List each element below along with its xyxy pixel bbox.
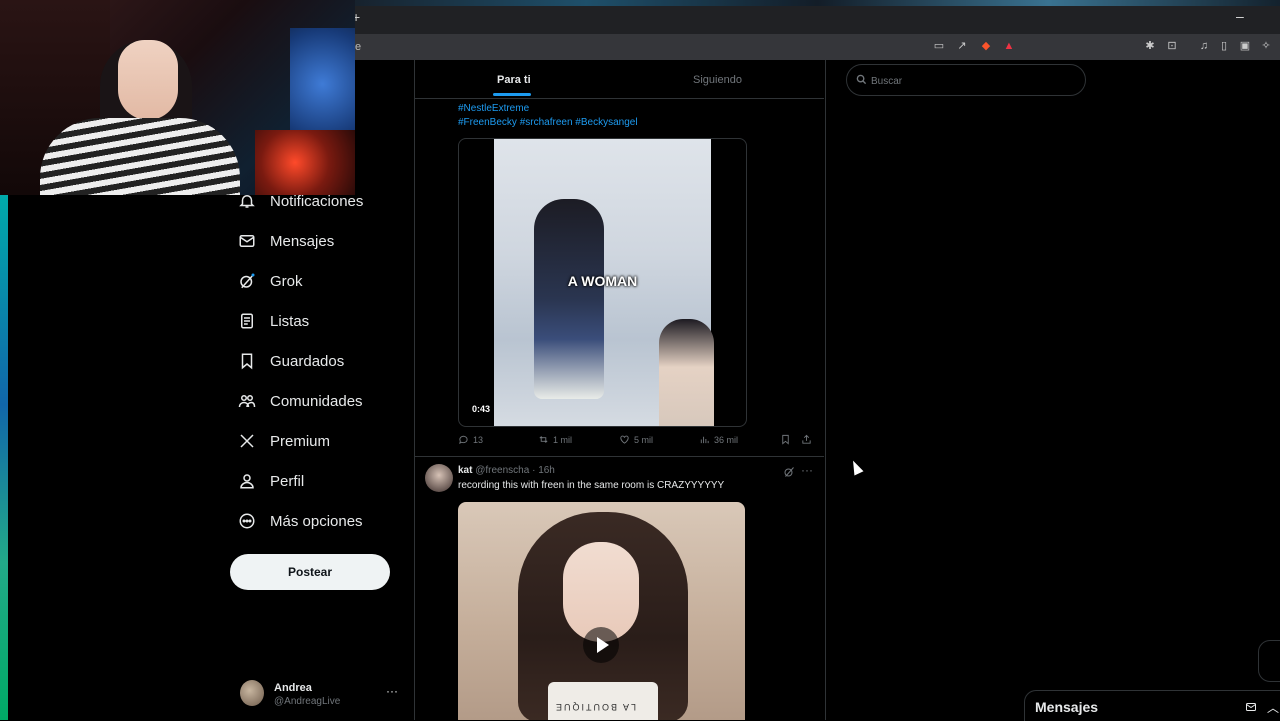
profile-name: Andrea	[274, 682, 312, 694]
sidebar-item-label: Más opciones	[270, 512, 363, 530]
tab-siguiendo[interactable]: Siguiendo	[693, 74, 742, 86]
tweet-text: recording this with freen in the same ro…	[458, 480, 725, 491]
compose-message-icon[interactable]	[1245, 701, 1257, 713]
person-icon	[240, 474, 254, 489]
mouse-cursor-icon	[848, 458, 864, 476]
minimize-button[interactable]: –	[1236, 8, 1244, 24]
search-icon	[856, 74, 867, 85]
messages-drawer[interactable]: Mensajes ︿	[1024, 690, 1280, 721]
reply-count: 13	[473, 434, 484, 445]
account-switcher[interactable]: Andrea @AndreagLive ···	[238, 678, 408, 714]
tweet-hashtags: #NestleExtreme #FreenBecky #srchafreen #…	[458, 102, 798, 130]
views-count: 36 mil	[714, 434, 739, 445]
sidebar-item-guardados[interactable]: Guardados	[238, 346, 344, 376]
sidebar-item-mensajes[interactable]: Mensajes	[238, 226, 334, 256]
repost-count: 1 mil	[553, 434, 573, 445]
share-icon[interactable]: ↗	[956, 40, 968, 52]
profile-handle: @AndreagLive	[274, 696, 341, 707]
video-frame: A WOMAN	[494, 139, 714, 426]
x-logo-icon	[240, 434, 254, 448]
envelope-icon	[239, 235, 255, 247]
cast-icon[interactable]: ▭	[933, 40, 945, 52]
hashtag-link[interactable]: #NestleExtreme	[458, 102, 798, 116]
repost-icon	[539, 436, 548, 443]
extensions-icon[interactable]: ✱	[1144, 40, 1156, 52]
avatar	[240, 680, 264, 706]
search-box[interactable]	[846, 64, 1086, 96]
like-button[interactable]: 5 mil	[619, 434, 653, 445]
list-icon	[241, 313, 253, 329]
shirt-lettering: LA BOUTIQUE	[554, 702, 637, 712]
grok-icon	[240, 273, 255, 289]
tweet-divider	[415, 456, 824, 457]
bookmark-icon	[241, 353, 253, 370]
ai-icon[interactable]: ✧	[1260, 40, 1272, 52]
tweet-header: kat @freenscha · 16h	[458, 465, 555, 476]
sidebar-item-label: Comunidades	[270, 392, 363, 410]
webcam-overlay	[0, 0, 355, 195]
people-icon	[238, 395, 256, 408]
sidebar-item-label: Guardados	[270, 352, 345, 370]
sidebar-item-label: Mensajes	[270, 232, 335, 250]
brave-rewards-icon[interactable]: ▲	[1003, 40, 1015, 52]
music-icon[interactable]: ♫	[1198, 40, 1210, 52]
tweet-actions: 13 1 mil 5 mil 36 mil	[458, 434, 818, 448]
video-figure	[548, 682, 658, 720]
video-figure	[659, 319, 714, 426]
tweet-video[interactable]: A WOMAN 0:43	[458, 138, 747, 427]
brave-shield-icon[interactable]: ◆	[980, 40, 992, 52]
post-button[interactable]: Postear	[230, 554, 390, 590]
video-caption: A WOMAN	[567, 273, 638, 289]
grok-floating-button[interactable]	[1258, 640, 1280, 682]
sidebar-item-label: Perfil	[270, 472, 305, 490]
wallet-icon[interactable]: ▣	[1239, 40, 1251, 52]
video-duration: 0:43	[469, 403, 494, 415]
more-icon[interactable]: ···	[386, 684, 398, 698]
tweet-author-name[interactable]: kat	[458, 465, 472, 476]
sidebar-item-listas[interactable]: Listas	[238, 306, 309, 336]
search-input[interactable]	[869, 71, 1073, 91]
video-figure	[534, 199, 604, 399]
bell-icon	[239, 195, 255, 208]
sidebar-item-premium[interactable]: Premium	[238, 426, 330, 456]
timeline-tabs: Para ti Siguiendo	[415, 62, 824, 99]
like-count: 5 mil	[634, 434, 654, 445]
sidebar-item-perfil[interactable]: Perfil	[238, 466, 304, 496]
share-button[interactable]	[801, 434, 812, 445]
tab-search-icon[interactable]: ⊡	[1166, 40, 1178, 52]
bookmark-icon	[782, 434, 789, 445]
address-bar[interactable]: e	[355, 36, 1055, 58]
play-icon[interactable]	[583, 627, 619, 663]
more-icon[interactable]: ···	[801, 463, 813, 477]
sidebar-item-label: Grok	[270, 272, 303, 290]
sidebar-toggle-icon[interactable]: ▯	[1218, 40, 1230, 52]
more-circle-icon	[239, 513, 255, 529]
reply-button[interactable]: 13	[458, 434, 483, 445]
background-strip	[355, 0, 1280, 6]
sidebar-item-label: Premium	[270, 432, 331, 450]
avatar[interactable]	[425, 464, 453, 492]
analytics-icon	[700, 436, 709, 444]
messages-title: Mensajes	[1035, 699, 1099, 715]
hashtag-link[interactable]: #FreenBecky #srchafreen #Beckysangel	[458, 116, 798, 130]
heart-icon	[620, 435, 629, 444]
share-icon	[802, 434, 811, 444]
sidebar-item-comunidades[interactable]: Comunidades	[238, 386, 363, 416]
chevron-up-icon[interactable]: ︿	[1267, 699, 1279, 716]
reply-icon	[459, 435, 468, 445]
tweet-video[interactable]: LA BOUTIQUE	[458, 502, 745, 720]
sidebar-item-notificaciones[interactable]: Notificaciones	[238, 186, 363, 216]
sidebar-item-label: Listas	[270, 312, 310, 330]
tab-para-ti[interactable]: Para ti	[497, 74, 531, 86]
sidebar-item-label: Notificaciones	[270, 192, 364, 210]
bookmark-button[interactable]	[780, 434, 791, 445]
repost-button[interactable]: 1 mil	[538, 434, 572, 445]
stream-background	[0, 195, 8, 720]
active-tab-indicator	[493, 93, 531, 96]
sidebar-item-mas-opciones[interactable]: Más opciones	[238, 506, 363, 536]
sidebar-item-grok[interactable]: Grok	[238, 266, 303, 296]
tweet-author-handle[interactable]: @freenscha · 16h	[475, 465, 555, 476]
grok-icon[interactable]	[783, 466, 795, 478]
views-button[interactable]: 36 mil	[699, 434, 738, 445]
